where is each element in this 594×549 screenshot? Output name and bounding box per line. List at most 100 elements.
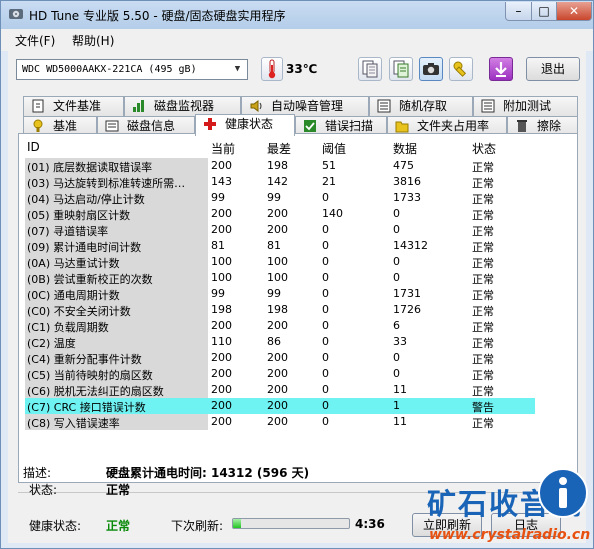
- cell-threshold: 21: [322, 175, 336, 188]
- thermometer-icon: [261, 57, 283, 81]
- tab-disk-monitor[interactable]: 磁盘监视器: [124, 96, 241, 116]
- cell-current: 200: [211, 351, 232, 364]
- copy-all-button[interactable]: [389, 57, 413, 81]
- cell-id: (07) 寻道错误率: [27, 225, 109, 238]
- cell-current: 143: [211, 175, 232, 188]
- cell-data: 14312: [393, 239, 428, 252]
- cell-current: 110: [211, 335, 232, 348]
- hd-tune-app-icon: [9, 9, 23, 19]
- table-row[interactable]: (C8) 写入错误速率 200 200 0 11 正常: [25, 414, 555, 430]
- table-row[interactable]: (04) 马达启动/停止计数 99 99 0 1733 正常: [25, 190, 555, 206]
- tab-extra-tests[interactable]: 附加测试: [473, 96, 578, 116]
- save-log-button[interactable]: [489, 57, 513, 81]
- table-row[interactable]: (C6) 脱机无法纠正的扇区数 200 200 0 11 正常: [25, 382, 555, 398]
- folder-usage-icon: [395, 121, 409, 133]
- cell-id: (C6) 脱机无法纠正的扇区数: [27, 385, 164, 398]
- cell-worst: 198: [267, 303, 288, 316]
- column-header-status[interactable]: 状态: [472, 140, 496, 157]
- cell-current: 200: [211, 415, 232, 428]
- cell-status: 正常: [472, 289, 494, 302]
- close-button[interactable]: ✕: [556, 2, 592, 21]
- cell-current: 200: [211, 159, 232, 172]
- description-label: 描述:: [23, 466, 52, 480]
- cell-id: (C8) 写入错误速率: [27, 417, 120, 430]
- cell-status: 正常: [472, 321, 494, 334]
- cell-data: 1726: [393, 303, 421, 316]
- table-row[interactable]: (07) 寻道错误率 200 200 0 0 正常: [25, 222, 555, 238]
- exit-button[interactable]: 退出: [526, 57, 580, 81]
- table-row[interactable]: (0A) 马达重试计数 100 100 0 0 正常: [25, 254, 555, 270]
- table-row[interactable]: (C5) 当前待映射的扇区数 200 200 0 0 正常: [25, 366, 555, 382]
- column-header-data[interactable]: 数据: [393, 140, 417, 157]
- table-row[interactable]: (01) 底层数据读取错误率 200 198 51 475 正常: [25, 158, 555, 174]
- column-header-current[interactable]: 当前: [211, 140, 235, 157]
- table-row[interactable]: (C2) 温度 110 86 0 33 正常: [25, 334, 555, 350]
- refresh-progress-fill: [233, 519, 242, 528]
- tab-noise-management[interactable]: 自动噪音管理: [241, 96, 369, 116]
- options-button[interactable]: [449, 57, 473, 81]
- cell-worst: 100: [267, 255, 288, 268]
- cell-current: 200: [211, 223, 232, 236]
- options-wrench-icon: [453, 61, 467, 77]
- table-row[interactable]: (0B) 尝试重新校正的次数 100 100 0 0 正常: [25, 270, 555, 286]
- cell-threshold: 0: [322, 191, 329, 204]
- screenshot-button[interactable]: [419, 57, 443, 81]
- download-arrow-icon: [495, 62, 507, 77]
- cell-threshold: 0: [322, 303, 329, 316]
- cell-data: 3816: [393, 175, 421, 188]
- table-row[interactable]: (C0) 不安全关闭计数 198 198 0 1726 正常: [25, 302, 555, 318]
- column-header-id[interactable]: ID: [27, 140, 40, 154]
- cell-worst: 99: [267, 191, 281, 204]
- tab-row-top: 文件基准 磁盘监视器 自动噪音管理 随机存取 附加测试: [23, 96, 578, 116]
- cell-id: (C4) 重新分配事件计数: [27, 353, 142, 366]
- camera-icon: [423, 63, 439, 75]
- cell-data: 475: [393, 159, 414, 172]
- tab-label: 附加测试: [503, 99, 552, 113]
- cell-id: (C0) 不安全关闭计数: [27, 305, 131, 318]
- chevron-down-icon[interactable]: ▼: [230, 61, 245, 78]
- tab-random-access[interactable]: 随机存取: [369, 96, 473, 116]
- cell-status: 正常: [472, 241, 494, 254]
- tab-label: 健康状态: [225, 117, 274, 131]
- table-row[interactable]: (05) 重映射扇区计数 200 200 140 0 正常: [25, 206, 555, 222]
- table-row[interactable]: (09) 累计通电时间计数 81 81 0 14312 正常: [25, 238, 555, 254]
- disk-info-icon: [105, 120, 119, 132]
- column-header-worst[interactable]: 最差: [267, 140, 291, 157]
- table-row-warning[interactable]: (C7) CRC 接口错误计数 200 200 0 1 警告: [25, 398, 555, 414]
- cell-data: 11: [393, 415, 407, 428]
- table-row[interactable]: (C1) 负载周期数 200 200 0 6 正常: [25, 318, 555, 334]
- cell-id: (04) 马达启动/停止计数: [27, 193, 145, 206]
- title-bar[interactable]: HD Tune 专业版 5.50 - 硬盘/固态硬盘实用程序 – □ ✕: [1, 1, 593, 29]
- drive-selector[interactable]: WDC WD5000AAKX-221CA (495 gB) ▼: [16, 59, 248, 80]
- menu-help[interactable]: 帮助(H): [72, 32, 114, 49]
- cell-status: 正常: [472, 273, 494, 286]
- menu-bar: 文件(F) 帮助(H): [1, 29, 593, 51]
- random-access-icon: [377, 99, 391, 113]
- table-row[interactable]: (03) 马达旋转到标准转速所需… 143 142 21 3816 正常: [25, 174, 555, 190]
- watermark-info-logo-icon: [538, 468, 588, 518]
- cell-data: 0: [393, 255, 400, 268]
- cell-threshold: 140: [322, 207, 343, 220]
- cell-status: 正常: [472, 417, 494, 430]
- cell-id: (0C) 通电周期计数: [27, 289, 120, 302]
- copy-text-button[interactable]: [358, 57, 382, 81]
- minimize-button[interactable]: –: [505, 2, 532, 21]
- cell-status: 正常: [472, 369, 494, 382]
- cell-threshold: 0: [322, 239, 329, 252]
- cell-current: 81: [211, 239, 225, 252]
- table-row[interactable]: (0C) 通电周期计数 99 99 0 1731 正常: [25, 286, 555, 302]
- cell-id: (C7) CRC 接口错误计数: [27, 401, 146, 414]
- table-row[interactable]: (C4) 重新分配事件计数 200 200 0 0 正常: [25, 350, 555, 366]
- cell-status: 正常: [472, 193, 494, 206]
- menu-file[interactable]: 文件(F): [15, 32, 55, 49]
- tab-file-benchmark[interactable]: 文件基准: [23, 96, 124, 116]
- cell-current: 100: [211, 271, 232, 284]
- maximize-button[interactable]: □: [531, 2, 557, 21]
- tab-label: 文件基准: [53, 99, 102, 113]
- column-header-threshold[interactable]: 阈值: [322, 140, 346, 157]
- cell-data: 0: [393, 271, 400, 284]
- tab-health[interactable]: 健康状态: [195, 114, 295, 136]
- cell-worst: 200: [267, 319, 288, 332]
- temperature-readout: 33℃: [286, 62, 318, 76]
- cell-threshold: 0: [322, 415, 329, 428]
